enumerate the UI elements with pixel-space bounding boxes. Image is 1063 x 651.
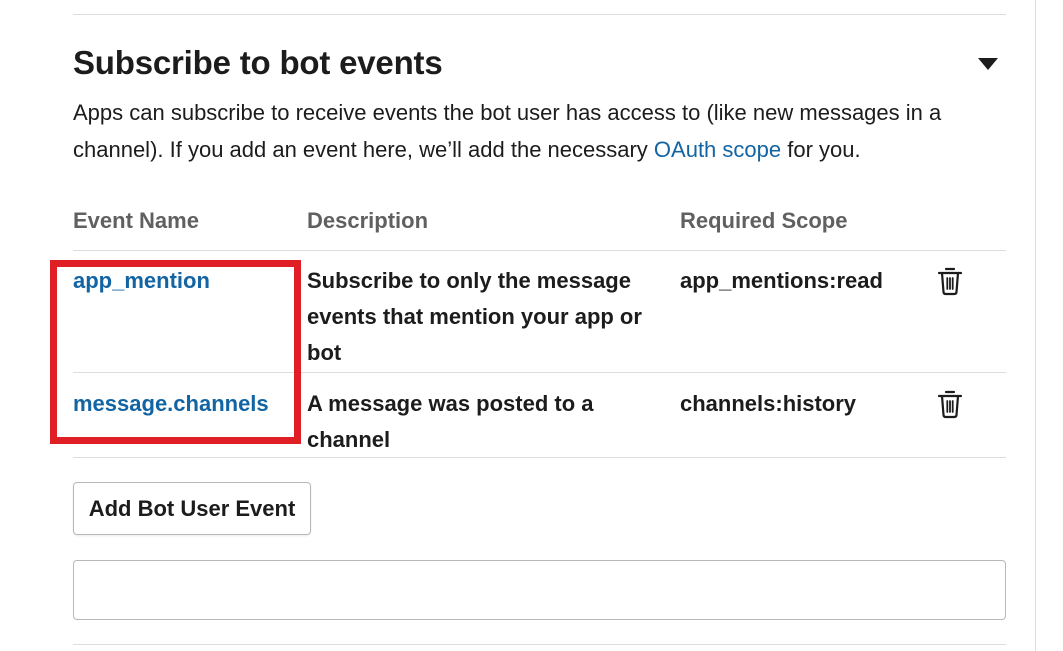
event-required-scope: app_mentions:read: [680, 268, 883, 293]
event-search-input[interactable]: [73, 560, 1006, 620]
collapse-section-button[interactable]: [972, 50, 1004, 78]
caret-down-icon: [978, 58, 998, 70]
event-name-link[interactable]: app_mention: [73, 263, 210, 299]
column-header-required-scope: Required Scope: [680, 208, 848, 233]
table-bottom-divider: [73, 457, 1006, 458]
section-divider-bottom: [73, 644, 1006, 645]
trash-icon: [937, 390, 963, 419]
delete-event-button[interactable]: [937, 266, 963, 296]
event-name-link[interactable]: message.channels: [73, 386, 269, 422]
column-header-description: Description: [307, 208, 429, 233]
oauth-scope-link[interactable]: OAuth scope: [654, 137, 781, 162]
delete-event-button[interactable]: [937, 389, 963, 419]
event-subscriptions-panel: Subscribe to bot events Apps can subscri…: [0, 0, 1036, 651]
table-row-divider: [73, 372, 1006, 373]
section-description: Apps can subscribe to receive events the…: [73, 94, 1003, 168]
event-description: A message was posted to a channel: [307, 391, 594, 452]
section-divider-top: [73, 14, 1006, 15]
column-header-event-name: Event Name: [73, 208, 199, 233]
event-required-scope: channels:history: [680, 391, 857, 416]
table-header-divider: [73, 250, 1006, 251]
trash-icon: [937, 267, 963, 296]
event-description: Subscribe to only the message events tha…: [307, 268, 642, 365]
section-title: Subscribe to bot events: [73, 44, 443, 81]
add-bot-user-event-button[interactable]: Add Bot User Event: [73, 482, 311, 535]
description-text-end: for you.: [781, 137, 861, 162]
